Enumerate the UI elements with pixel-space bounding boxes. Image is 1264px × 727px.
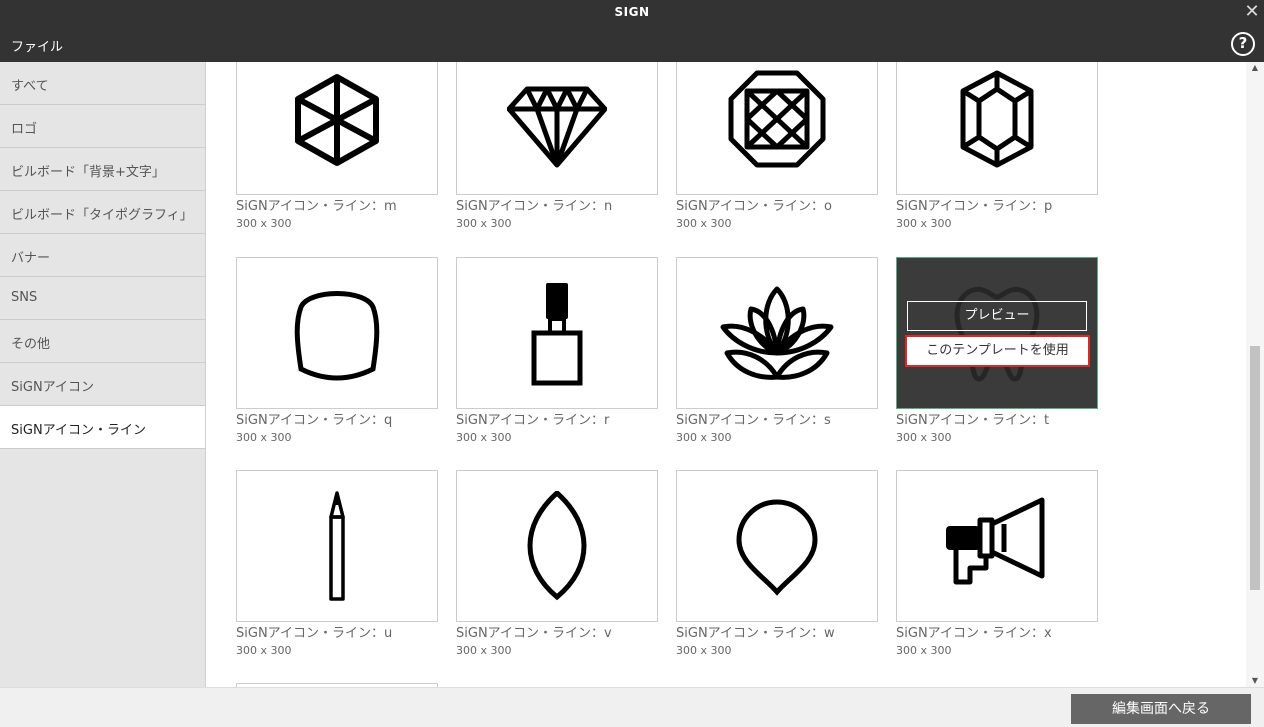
emerald-gem-icon (960, 70, 1034, 168)
scrollbar[interactable]: ▲ ▼ (1246, 62, 1264, 687)
sidebar-item-banner[interactable]: バナー (0, 234, 205, 277)
template-card[interactable]: SiGNアイコン・ライン：r 300 x 300 (456, 257, 676, 447)
help-icon[interactable]: ? (1231, 32, 1255, 56)
template-thumbnail-hovered[interactable]: プレビュー このテンプレートを使用 (896, 257, 1098, 409)
category-sidebar: すべて ロゴ ビルボード「背景+文字」 ビルボード「タイポグラフィ」 バナー S… (0, 62, 206, 687)
template-name: SiGNアイコン・ライン：n (456, 199, 613, 214)
sidebar-item-other[interactable]: その他 (0, 320, 205, 363)
back-to-editor-button[interactable]: 編集画面へ戻る (1071, 694, 1251, 724)
template-card[interactable]: SiGNアイコン・ライン：v 300 x 300 (456, 470, 676, 660)
scroll-up-icon[interactable]: ▲ (1246, 62, 1264, 74)
template-thumbnail[interactable] (236, 257, 438, 409)
scroll-down-icon[interactable]: ▼ (1246, 675, 1264, 687)
template-thumbnail[interactable] (236, 470, 438, 622)
template-thumbnail[interactable] (456, 62, 658, 195)
template-card[interactable]: SiGNアイコン・ライン：m 300 x 300 (236, 62, 456, 233)
template-card[interactable]: SiGNアイコン・ライン：u 300 x 300 (236, 470, 456, 660)
preview-button[interactable]: プレビュー (907, 301, 1087, 331)
megaphone-icon (946, 497, 1045, 585)
template-name: SiGNアイコン・ライン：o (676, 199, 832, 214)
template-name: SiGNアイコン・ライン：p (896, 199, 1053, 214)
close-icon[interactable]: ✕ (1242, 2, 1262, 22)
template-grid: SiGNアイコン・ライン：m 300 x 300 SiGNアイコン・ライン：n … (206, 62, 1264, 687)
sidebar-item-billboard-bg-text[interactable]: ビルボード「背景+文字」 (0, 148, 205, 191)
template-card[interactable]: プレビュー このテンプレートを使用 SiGNアイコン・ライン：t 300 x 3… (896, 257, 1116, 447)
sidebar-item-all[interactable]: すべて (0, 62, 205, 105)
template-thumbnail[interactable] (456, 470, 658, 622)
template-size: 300 x 300 (236, 431, 292, 444)
template-size: 300 x 300 (456, 644, 512, 657)
sidebar-item-sns[interactable]: SNS (0, 277, 205, 320)
sidebar-item-billboard-typography[interactable]: ビルボード「タイポグラフィ」 (0, 191, 205, 234)
template-name: SiGNアイコン・ライン：q (236, 413, 393, 428)
template-name: SiGNアイコン・ライン：v (456, 626, 612, 641)
template-size: 300 x 300 (896, 217, 952, 230)
template-size: 300 x 300 (896, 644, 952, 657)
template-name: SiGNアイコン・ライン：w (676, 626, 835, 641)
template-card[interactable]: SiGNアイコン・ライン：w 300 x 300 (676, 470, 896, 660)
drop-shape-icon (736, 499, 818, 596)
template-name: SiGNアイコン・ライン：s (676, 413, 831, 428)
template-size: 300 x 300 (676, 217, 732, 230)
template-card[interactable]: SiGNアイコン・ライン：x 300 x 300 (896, 470, 1116, 660)
template-name: SiGNアイコン・ライン：r (456, 413, 610, 428)
octagon-gem-icon (728, 70, 826, 168)
title-bar: SIGN ✕ (0, 0, 1264, 24)
sidebar-item-sign-icon[interactable]: SiGNアイコン (0, 363, 205, 406)
leaf-shape-icon (527, 491, 587, 601)
file-menu[interactable]: ファイル (11, 36, 63, 55)
sidebar-item-sign-icon-line[interactable]: SiGNアイコン・ライン (0, 406, 205, 449)
template-card[interactable]: SiGNアイコン・ライン：s 300 x 300 (676, 257, 896, 447)
template-name: SiGNアイコン・ライン：t (896, 413, 1050, 428)
template-size: 300 x 300 (236, 644, 292, 657)
template-thumbnail[interactable] (676, 470, 878, 622)
template-name: SiGNアイコン・ライン：x (896, 626, 1052, 641)
template-card[interactable]: SiGNアイコン・ライン：o 300 x 300 (676, 62, 896, 233)
template-thumbnail[interactable] (236, 62, 438, 195)
template-size: 300 x 300 (456, 217, 512, 230)
template-thumbnail[interactable] (456, 257, 658, 409)
template-thumbnail[interactable] (896, 470, 1098, 622)
fingernail-icon (294, 291, 380, 381)
template-card[interactable]: SiGNアイコン・ライン：p 300 x 300 (896, 62, 1116, 233)
template-thumbnail[interactable] (676, 257, 878, 409)
lotus-icon (720, 286, 834, 380)
bottom-bar: 編集画面へ戻る (0, 687, 1264, 727)
diamond-icon (507, 86, 607, 168)
tooth-icon (954, 286, 1040, 382)
use-template-button[interactable]: このテンプレートを使用 (905, 335, 1090, 367)
sidebar-item-logo[interactable]: ロゴ (0, 105, 205, 148)
template-size: 300 x 300 (676, 431, 732, 444)
app-title: SIGN (614, 5, 650, 19)
template-size: 300 x 300 (236, 217, 292, 230)
template-card[interactable]: SiGNアイコン・ライン：n 300 x 300 (456, 62, 676, 233)
template-size: 300 x 300 (896, 431, 952, 444)
template-thumbnail[interactable] (676, 62, 878, 195)
pencil-icon (329, 491, 345, 601)
nail-polish-icon (531, 283, 583, 386)
template-card[interactable]: SiGNアイコン・ライン：q 300 x 300 (236, 257, 456, 447)
template-name: SiGNアイコン・ライン：m (236, 199, 397, 214)
template-size: 300 x 300 (456, 431, 512, 444)
template-name: SiGNアイコン・ライン：u (236, 626, 393, 641)
template-thumbnail[interactable] (896, 62, 1098, 195)
scrollbar-thumb[interactable] (1250, 346, 1260, 590)
menubar: ファイル ? (0, 24, 1264, 62)
template-size: 300 x 300 (676, 644, 732, 657)
hexagon-cube-icon (295, 74, 379, 166)
